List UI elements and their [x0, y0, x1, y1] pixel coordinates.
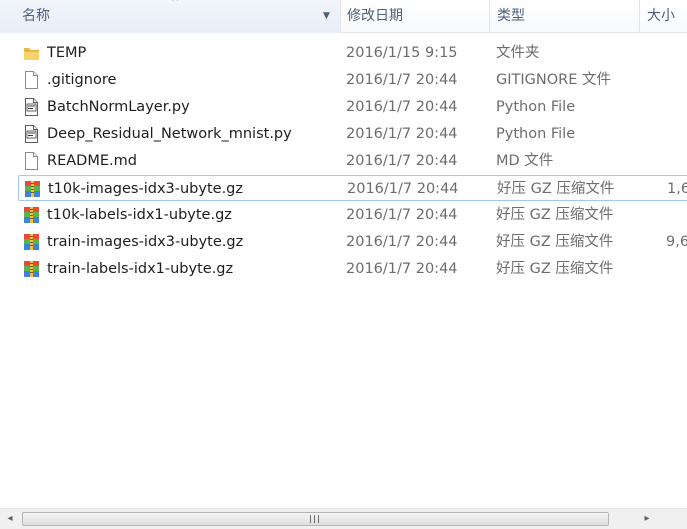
file-row[interactable]: BatchNormLayer.py 2016/1/7 20:44 Python Fi…	[18, 94, 687, 120]
file-date-modified: 2016/1/7 20:44	[346, 126, 458, 142]
column-header-date[interactable]: 修改日期	[341, 0, 490, 33]
column-header-size-label: 大小	[647, 8, 675, 24]
archive-icon	[23, 206, 40, 224]
column-dropdown-icon[interactable]: ▼	[323, 11, 330, 21]
column-header-size[interactable]: 大小	[640, 0, 687, 33]
file-row[interactable]: train-images-idx3-ubyte.gz 2016/1/7 20:44…	[18, 229, 687, 255]
file-name: .gitignore	[47, 72, 117, 88]
file-type: 好压 GZ 压缩文件	[497, 181, 615, 197]
file-type: Python File	[496, 126, 576, 142]
file-type: Python File	[496, 99, 576, 115]
file-date-modified: 2016/1/7 20:44	[346, 99, 458, 115]
sort-ascending-icon: ^	[171, 0, 180, 8]
scrollbar-thumb[interactable]	[22, 512, 609, 526]
file-name: BatchNormLayer.py	[47, 99, 190, 115]
scroll-right-button[interactable]: ▸	[640, 512, 654, 526]
file-size: 1,6	[667, 181, 687, 197]
file-icon	[23, 71, 40, 89]
scroll-left-button[interactable]: ◂	[3, 512, 17, 526]
scrollbar-grip-icon	[310, 515, 322, 523]
file-name: README.md	[47, 153, 137, 169]
column-header-type-label: 类型	[497, 8, 525, 24]
python-file-icon	[23, 125, 40, 143]
file-type: 文件夹	[496, 45, 540, 61]
column-header-type[interactable]: 类型	[490, 0, 640, 33]
file-icon	[23, 152, 40, 170]
file-type: 好压 GZ 压缩文件	[496, 207, 614, 223]
file-row[interactable]: README.md 2016/1/7 20:44 MD 文件	[18, 148, 687, 174]
file-row[interactable]: Deep_Residual_Network_mnist.py 2016/1/7 2…	[18, 121, 687, 147]
file-name: TEMP	[47, 45, 87, 61]
column-header-name-label: 名称	[22, 8, 50, 24]
file-name: train-labels-idx1-ubyte.gz	[47, 261, 234, 277]
file-date-modified: 2016/1/7 20:44	[346, 207, 458, 223]
file-date-modified: 2016/1/7 20:44	[346, 261, 458, 277]
archive-icon	[24, 180, 41, 198]
column-header-bar: 名称 ^ ▼ 修改日期 类型 大小	[0, 0, 687, 33]
file-name: train-images-idx3-ubyte.gz	[47, 234, 244, 250]
file-type: 好压 GZ 压缩文件	[496, 234, 614, 250]
file-date-modified: 2016/1/7 20:44	[346, 72, 458, 88]
file-date-modified: 2016/1/7 20:44	[347, 181, 459, 197]
file-row[interactable]: t10k-labels-idx1-ubyte.gz 2016/1/7 20:44 好…	[18, 202, 687, 228]
file-date-modified: 2016/1/15 9:15	[346, 45, 458, 61]
archive-icon	[23, 260, 40, 278]
file-row[interactable]: TEMP 2016/1/15 9:15 文件夹	[18, 40, 687, 66]
file-name: Deep_Residual_Network_mnist.py	[47, 126, 292, 142]
file-date-modified: 2016/1/7 20:44	[346, 153, 458, 169]
file-row[interactable]: .gitignore 2016/1/7 20:44 GITIGNORE 文件	[18, 67, 687, 93]
horizontal-scrollbar[interactable]: ◂ ▸	[0, 508, 687, 529]
column-header-date-label: 修改日期	[347, 8, 403, 24]
file-name: t10k-images-idx3-ubyte.gz	[48, 181, 243, 197]
file-type: GITIGNORE 文件	[496, 72, 611, 88]
archive-icon	[23, 233, 40, 251]
python-file-icon	[23, 98, 40, 116]
file-type: 好压 GZ 压缩文件	[496, 261, 614, 277]
file-name: t10k-labels-idx1-ubyte.gz	[47, 207, 232, 223]
folder-icon	[23, 44, 40, 62]
file-size: 9,6	[666, 234, 687, 250]
file-row[interactable]: t10k-images-idx3-ubyte.gz 2016/1/7 20:44 好…	[18, 175, 687, 201]
file-date-modified: 2016/1/7 20:44	[346, 234, 458, 250]
file-row[interactable]: train-labels-idx1-ubyte.gz 2016/1/7 20:44…	[18, 256, 687, 282]
file-type: MD 文件	[496, 153, 554, 169]
column-header-name[interactable]: 名称 ^ ▼	[0, 0, 341, 33]
